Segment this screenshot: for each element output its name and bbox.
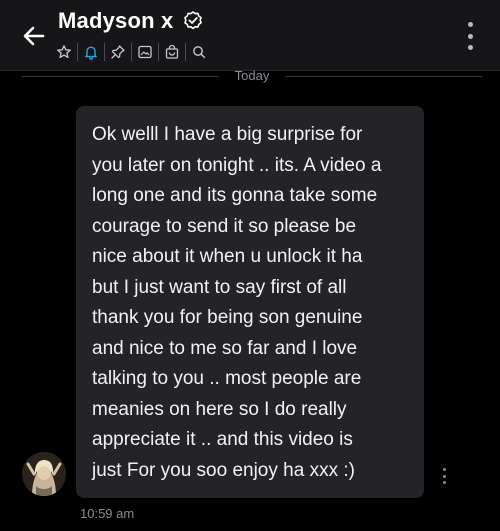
- day-label: Today: [234, 68, 270, 83]
- chat-toolbar: [52, 39, 211, 65]
- more-vertical-icon: [442, 468, 446, 471]
- toolbar-divider: [185, 43, 186, 61]
- chat-header: Madyson x: [0, 0, 500, 70]
- pin-button[interactable]: [106, 40, 130, 64]
- image-icon: [138, 45, 152, 59]
- back-button[interactable]: [18, 20, 50, 52]
- more-vertical-icon-dot: [467, 45, 473, 50]
- media-button[interactable]: [133, 40, 157, 64]
- bell-icon: [85, 46, 97, 60]
- more-vertical-icon-dot: [467, 33, 473, 39]
- toolbar-divider: [158, 43, 159, 61]
- favorite-button[interactable]: [52, 40, 76, 64]
- message-timestamp: 10:59 am: [80, 506, 135, 521]
- day-separator: Today: [22, 68, 483, 84]
- more-options-button[interactable]: [462, 22, 478, 50]
- message-text: Ok welll I have a big surprise for you l…: [92, 124, 382, 481]
- star-icon: [57, 45, 71, 59]
- separator-line: [285, 75, 483, 77]
- separator-line: [22, 75, 219, 77]
- back-arrow-icon: [23, 26, 45, 46]
- avatar[interactable]: [22, 452, 66, 496]
- avatar-image: [22, 452, 66, 496]
- purchases-button[interactable]: [160, 40, 184, 64]
- search-button[interactable]: [187, 40, 211, 64]
- notifications-button[interactable]: [79, 40, 103, 64]
- contact-name[interactable]: Madyson x: [58, 8, 174, 34]
- search-icon: [193, 46, 206, 59]
- more-vertical-icon-dot: [442, 474, 446, 478]
- more-vertical-icon: [467, 22, 473, 27]
- verified-check-icon: [182, 10, 204, 32]
- contact-title-row: Madyson x: [58, 6, 204, 36]
- shopping-bag-icon: [165, 44, 179, 59]
- toolbar-divider: [131, 43, 132, 61]
- pin-icon: [111, 45, 125, 59]
- more-vertical-icon-dot: [442, 481, 446, 484]
- message-options-button[interactable]: [440, 468, 448, 484]
- message-bubble[interactable]: Ok welll I have a big surprise for you l…: [76, 106, 424, 498]
- toolbar-divider: [104, 43, 105, 61]
- toolbar-divider: [77, 43, 78, 61]
